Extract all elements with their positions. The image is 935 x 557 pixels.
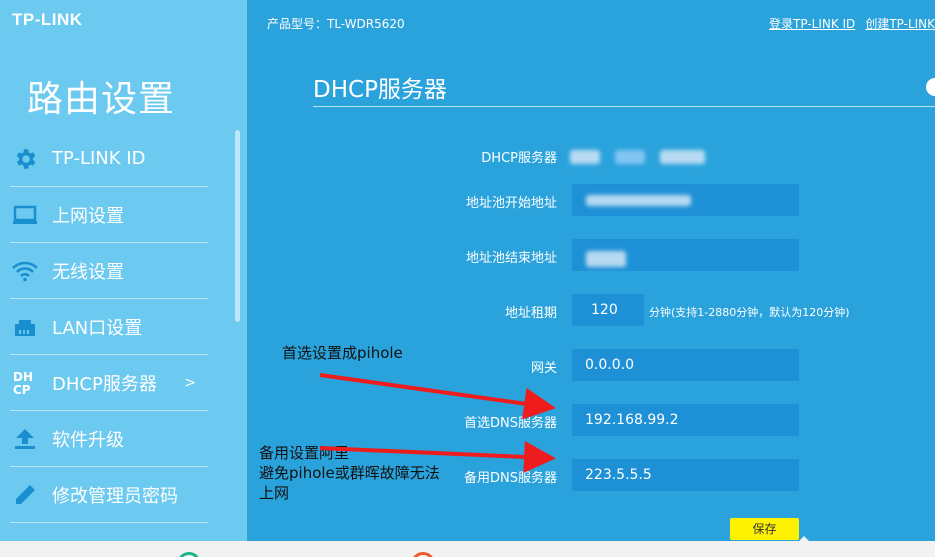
arrow-to-primary-dns [319, 373, 556, 420]
bottom-bar [0, 541, 935, 557]
annotation-arrows [319, 373, 556, 473]
arrow-to-secondary-dns [319, 440, 556, 473]
save-button[interactable]: 保存 [730, 518, 799, 540]
